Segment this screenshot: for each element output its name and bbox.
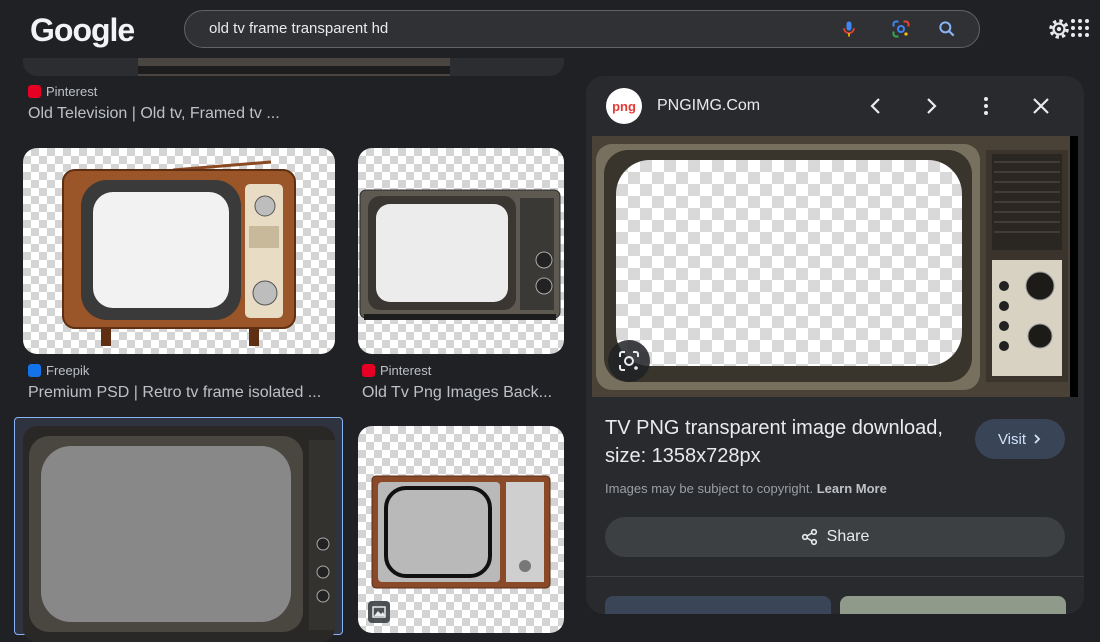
selected-result[interactable] <box>14 417 343 642</box>
result-thumbnail[interactable] <box>358 148 564 354</box>
mic-icon[interactable] <box>839 19 859 39</box>
learn-more-link[interactable]: Learn More <box>817 481 887 496</box>
site-name[interactable]: PNGIMG.Com <box>657 97 760 115</box>
tv-frame-image <box>23 426 335 642</box>
related-image-thumbnail[interactable] <box>840 596 1066 614</box>
copyright-text: Images may be subject to copyright. <box>605 481 814 496</box>
search-box[interactable]: old tv frame transparent hd <box>184 10 980 48</box>
image-badge-icon <box>368 601 390 623</box>
source-label: Pinterest <box>46 84 98 99</box>
more-vert-icon[interactable] <box>974 94 998 118</box>
result-source[interactable]: Pinterest <box>28 84 97 99</box>
related-image-thumbnail[interactable] <box>605 596 831 614</box>
apps-icon[interactable] <box>1070 18 1090 38</box>
result-thumbnail[interactable] <box>23 148 335 354</box>
source-label: Pinterest <box>380 363 432 378</box>
freepik-icon <box>28 364 41 377</box>
retro-tv-image <box>62 160 296 346</box>
result-thumbnail[interactable] <box>358 426 564 633</box>
result-source[interactable]: Pinterest <box>362 363 431 378</box>
gear-icon[interactable] <box>1046 16 1072 42</box>
result-title[interactable]: Old Tv Png Images Back... <box>362 384 552 402</box>
top-bar: Google old tv frame transparent hd <box>0 0 1100 58</box>
close-icon[interactable] <box>1029 94 1053 118</box>
share-icon <box>801 528 817 546</box>
google-logo[interactable]: Google <box>30 12 135 49</box>
lens-icon[interactable] <box>891 19 911 39</box>
search-input[interactable]: old tv frame transparent hd <box>209 20 388 37</box>
visit-button[interactable]: Visit <box>975 419 1065 459</box>
lens-icon <box>619 351 639 371</box>
site-logo[interactable]: png <box>606 88 642 124</box>
pinterest-icon <box>362 364 375 377</box>
search-icon[interactable] <box>937 19 957 39</box>
image-preview-panel: png PNGIMG.Com TV PNG transparent image … <box>586 76 1084 614</box>
source-label: Freepik <box>46 363 90 378</box>
result-source[interactable]: Freepik <box>28 363 89 378</box>
copyright-notice: Images may be subject to copyright. Lear… <box>605 481 887 496</box>
share-button[interactable]: Share <box>605 517 1065 557</box>
chevron-right-icon <box>1034 434 1041 444</box>
pinterest-icon <box>28 85 41 98</box>
chevron-left-icon[interactable] <box>864 94 888 118</box>
result-thumbnail-selected[interactable] <box>23 426 335 642</box>
visual-search-button[interactable] <box>608 340 650 382</box>
panel-divider <box>586 576 1084 577</box>
visit-label: Visit <box>997 430 1027 448</box>
image-title[interactable]: TV PNG transparent image download, size:… <box>605 414 965 470</box>
tv-png-image <box>592 136 1078 397</box>
result-title[interactable]: Premium PSD | Retro tv frame isolated ..… <box>28 384 321 402</box>
result-title[interactable]: Old Television | Old tv, Framed tv ... <box>28 105 280 123</box>
preview-image[interactable] <box>592 136 1078 397</box>
chevron-right-icon[interactable] <box>919 94 943 118</box>
vintage-tv-image <box>359 189 561 320</box>
share-label: Share <box>826 528 870 545</box>
